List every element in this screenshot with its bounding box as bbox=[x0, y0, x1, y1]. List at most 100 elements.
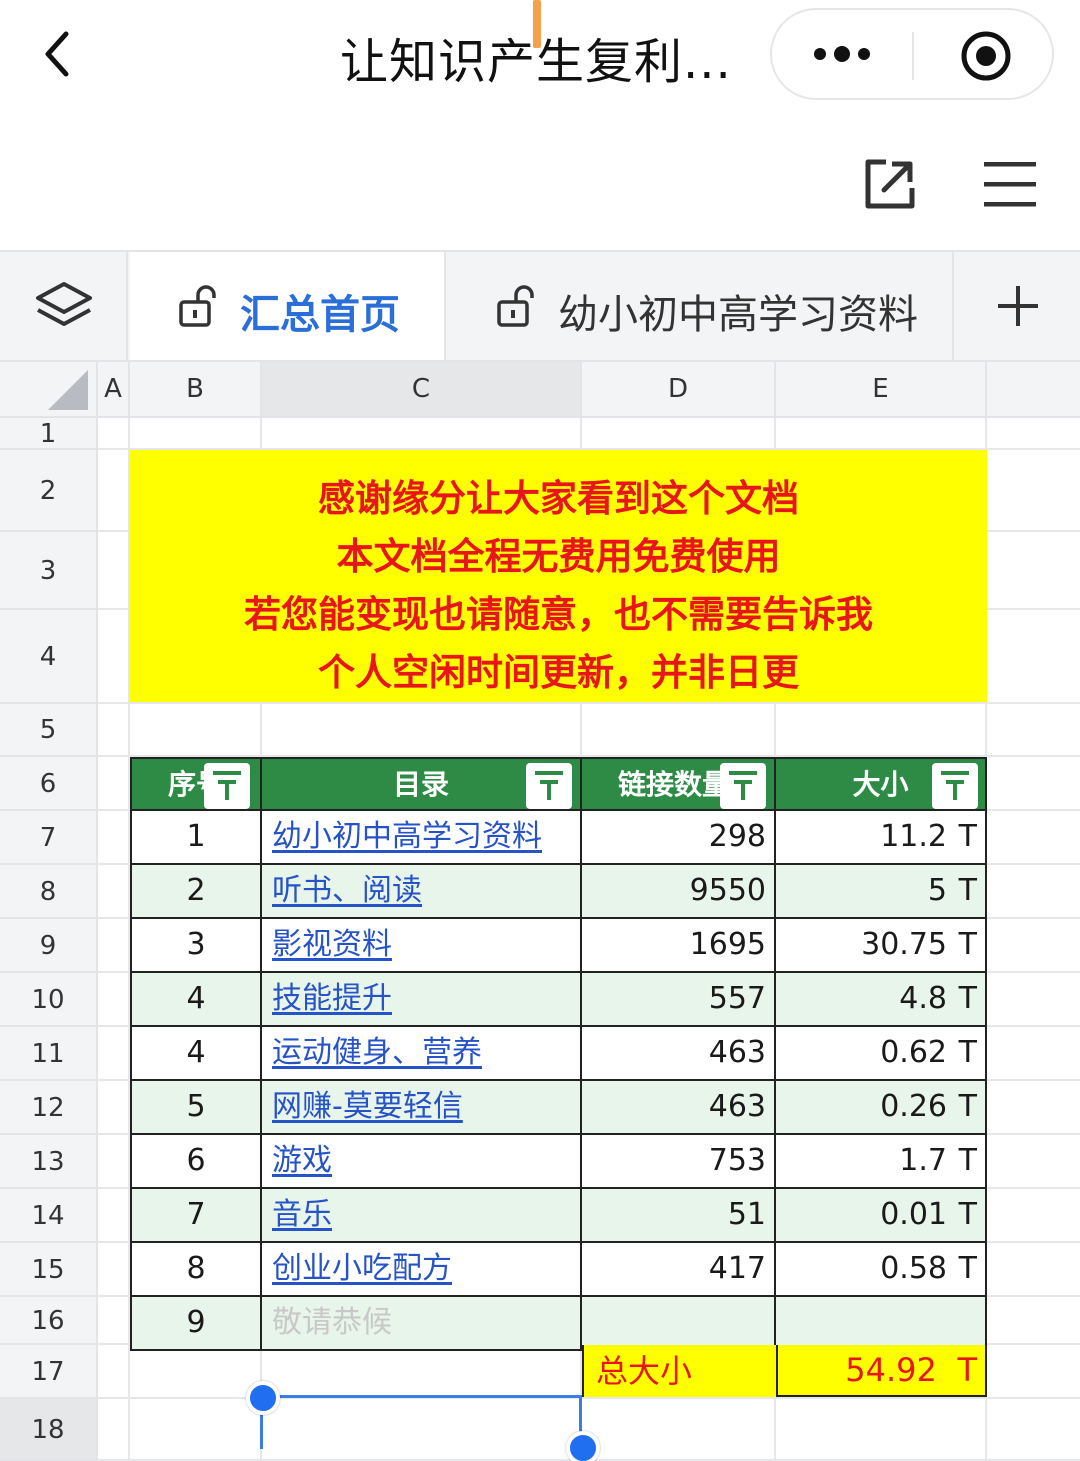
cell-name[interactable]: 创业小吃配方 bbox=[262, 1243, 582, 1295]
selection-end-handle[interactable] bbox=[566, 1431, 600, 1461]
table-row: 6 游戏 753 1.7 T bbox=[130, 1135, 987, 1189]
cell-link-count[interactable]: 1695 bbox=[582, 919, 776, 971]
notice-banner: 感谢缘分让大家看到这个文档 本文档全程无费用免费使用 若您能变现也请随意，也不需… bbox=[130, 450, 987, 702]
row-header-14[interactable]: 14 bbox=[0, 1189, 98, 1243]
filter-icon[interactable] bbox=[932, 763, 978, 809]
hamburger-menu-icon[interactable] bbox=[982, 160, 1038, 208]
cell-name[interactable]: 幼小初中高学习资料 bbox=[262, 811, 582, 863]
directory-link[interactable]: 音乐 bbox=[272, 1197, 332, 1232]
cell-link-count[interactable]: 51 bbox=[582, 1189, 776, 1241]
cell-link-count[interactable] bbox=[582, 1297, 776, 1349]
table-row: 9 敬请恭候 bbox=[130, 1297, 987, 1351]
cell-name[interactable]: 技能提升 bbox=[262, 973, 582, 1025]
directory-link[interactable]: 影视资料 bbox=[272, 927, 392, 962]
column-header-d[interactable]: D bbox=[582, 362, 776, 418]
column-header-a[interactable]: A bbox=[98, 362, 130, 418]
cell-seq[interactable]: 3 bbox=[130, 919, 262, 971]
sheet-list-button[interactable] bbox=[0, 252, 128, 360]
close-target-icon[interactable] bbox=[960, 30, 1012, 82]
row-header-7[interactable]: 7 bbox=[0, 811, 98, 865]
cell-size[interactable]: 5T bbox=[776, 865, 987, 917]
selection-start-handle[interactable] bbox=[246, 1381, 280, 1415]
row-header-2[interactable]: 2 bbox=[0, 450, 98, 532]
row-header-17[interactable]: 17 bbox=[0, 1345, 98, 1399]
row-header-6[interactable]: 6 bbox=[0, 757, 98, 811]
cell-link-count[interactable]: 417 bbox=[582, 1243, 776, 1295]
add-sheet-button[interactable] bbox=[956, 252, 1080, 360]
row-header-9[interactable]: 9 bbox=[0, 919, 98, 973]
filter-icon[interactable] bbox=[720, 763, 766, 809]
banner-line-3: 若您能变现也请随意，也不需要告诉我 bbox=[244, 593, 873, 636]
cell-size[interactable]: 0.62 T bbox=[776, 1027, 987, 1079]
cell-name[interactable]: 游戏 bbox=[262, 1135, 582, 1187]
cell-seq[interactable]: 1 bbox=[130, 811, 262, 863]
directory-link[interactable]: 幼小初中高学习资料 bbox=[272, 819, 542, 854]
back-arrow-icon[interactable] bbox=[38, 28, 82, 80]
cell-link-count[interactable]: 753 bbox=[582, 1135, 776, 1187]
more-options-icon[interactable] bbox=[812, 42, 872, 66]
cell-link-count[interactable]: 463 bbox=[582, 1081, 776, 1133]
tab-learning-materials[interactable]: 幼小初中高学习资料 bbox=[448, 252, 954, 360]
row-header-11[interactable]: 11 bbox=[0, 1027, 98, 1081]
row-header-12[interactable]: 12 bbox=[0, 1081, 98, 1135]
cell-size[interactable]: 0.58 T bbox=[776, 1243, 987, 1295]
cell-size[interactable]: 0.26 T bbox=[776, 1081, 987, 1133]
row-header-18[interactable]: 18 bbox=[0, 1399, 98, 1461]
row-header-10[interactable]: 10 bbox=[0, 973, 98, 1027]
cell-size[interactable]: 30.75 T bbox=[776, 919, 987, 971]
select-all-corner[interactable] bbox=[0, 362, 98, 418]
sheet-tab-bar: 汇总首页 幼小初中高学习资料 bbox=[0, 250, 1080, 362]
column-header-c[interactable]: C bbox=[262, 362, 582, 418]
banner-line-2: 本文档全程无费用免费使用 bbox=[336, 535, 781, 578]
cell-size[interactable] bbox=[776, 1297, 987, 1349]
table-row: 4 技能提升 557 4.8 T bbox=[130, 973, 987, 1027]
cell-seq[interactable]: 2 bbox=[130, 865, 262, 917]
cell-name[interactable]: 敬请恭候 bbox=[262, 1297, 582, 1349]
directory-link[interactable]: 听书、阅读 bbox=[272, 873, 422, 908]
tab-summary-home[interactable]: 汇总首页 bbox=[130, 252, 446, 360]
row-header-1[interactable]: 1 bbox=[0, 418, 98, 450]
size-value: 0.58 bbox=[880, 1251, 947, 1286]
row-header-5[interactable]: 5 bbox=[0, 704, 98, 757]
column-header-e[interactable]: E bbox=[776, 362, 987, 418]
row-header-13[interactable]: 13 bbox=[0, 1135, 98, 1189]
cell-name[interactable]: 网赚-莫要轻信 bbox=[262, 1081, 582, 1133]
cell-link-count[interactable]: 9550 bbox=[582, 865, 776, 917]
cell-seq[interactable]: 8 bbox=[130, 1243, 262, 1295]
cell-seq[interactable]: 4 bbox=[130, 1027, 262, 1079]
cell-name[interactable]: 影视资料 bbox=[262, 919, 582, 971]
table-row: 1 幼小初中高学习资料 298 11.2 T bbox=[130, 811, 987, 865]
column-header-b[interactable]: B bbox=[130, 362, 262, 418]
directory-link[interactable]: 创业小吃配方 bbox=[272, 1251, 452, 1286]
directory-link[interactable]: 游戏 bbox=[272, 1143, 332, 1178]
cell-link-count[interactable]: 557 bbox=[582, 973, 776, 1025]
size-value: 1.7 bbox=[899, 1143, 947, 1178]
cell-size[interactable]: 0.01 T bbox=[776, 1189, 987, 1241]
cell-size[interactable]: 11.2 T bbox=[776, 811, 987, 863]
cell-seq[interactable]: 5 bbox=[130, 1081, 262, 1133]
cell-link-count[interactable]: 298 bbox=[582, 811, 776, 863]
share-external-icon[interactable] bbox=[862, 156, 918, 212]
filter-icon[interactable] bbox=[204, 763, 250, 809]
directory-link[interactable]: 网赚-莫要轻信 bbox=[272, 1089, 463, 1124]
cell-seq[interactable]: 6 bbox=[130, 1135, 262, 1187]
cell-link-count[interactable]: 463 bbox=[582, 1027, 776, 1079]
directory-link[interactable]: 技能提升 bbox=[272, 981, 392, 1016]
cell-seq[interactable]: 4 bbox=[130, 973, 262, 1025]
cell-name[interactable]: 音乐 bbox=[262, 1189, 582, 1241]
directory-link[interactable]: 运动健身、营养 bbox=[272, 1035, 482, 1070]
row-header-16[interactable]: 16 bbox=[0, 1297, 98, 1345]
cell-name[interactable]: 听书、阅读 bbox=[262, 865, 582, 917]
filter-icon[interactable] bbox=[526, 763, 572, 809]
cell-size[interactable]: 1.7 T bbox=[776, 1135, 987, 1187]
row-header-15[interactable]: 15 bbox=[0, 1243, 98, 1297]
row-header-8[interactable]: 8 bbox=[0, 865, 98, 919]
tab-label: 幼小初中高学习资料 bbox=[558, 292, 918, 338]
cell-seq[interactable]: 9 bbox=[130, 1297, 262, 1349]
row-header-3[interactable]: 3 bbox=[0, 532, 98, 610]
cell-name[interactable]: 运动健身、营养 bbox=[262, 1027, 582, 1079]
row-header-4[interactable]: 4 bbox=[0, 610, 98, 704]
cell-selection-box[interactable] bbox=[260, 1395, 582, 1449]
cell-size[interactable]: 4.8 T bbox=[776, 973, 987, 1025]
cell-seq[interactable]: 7 bbox=[130, 1189, 262, 1241]
